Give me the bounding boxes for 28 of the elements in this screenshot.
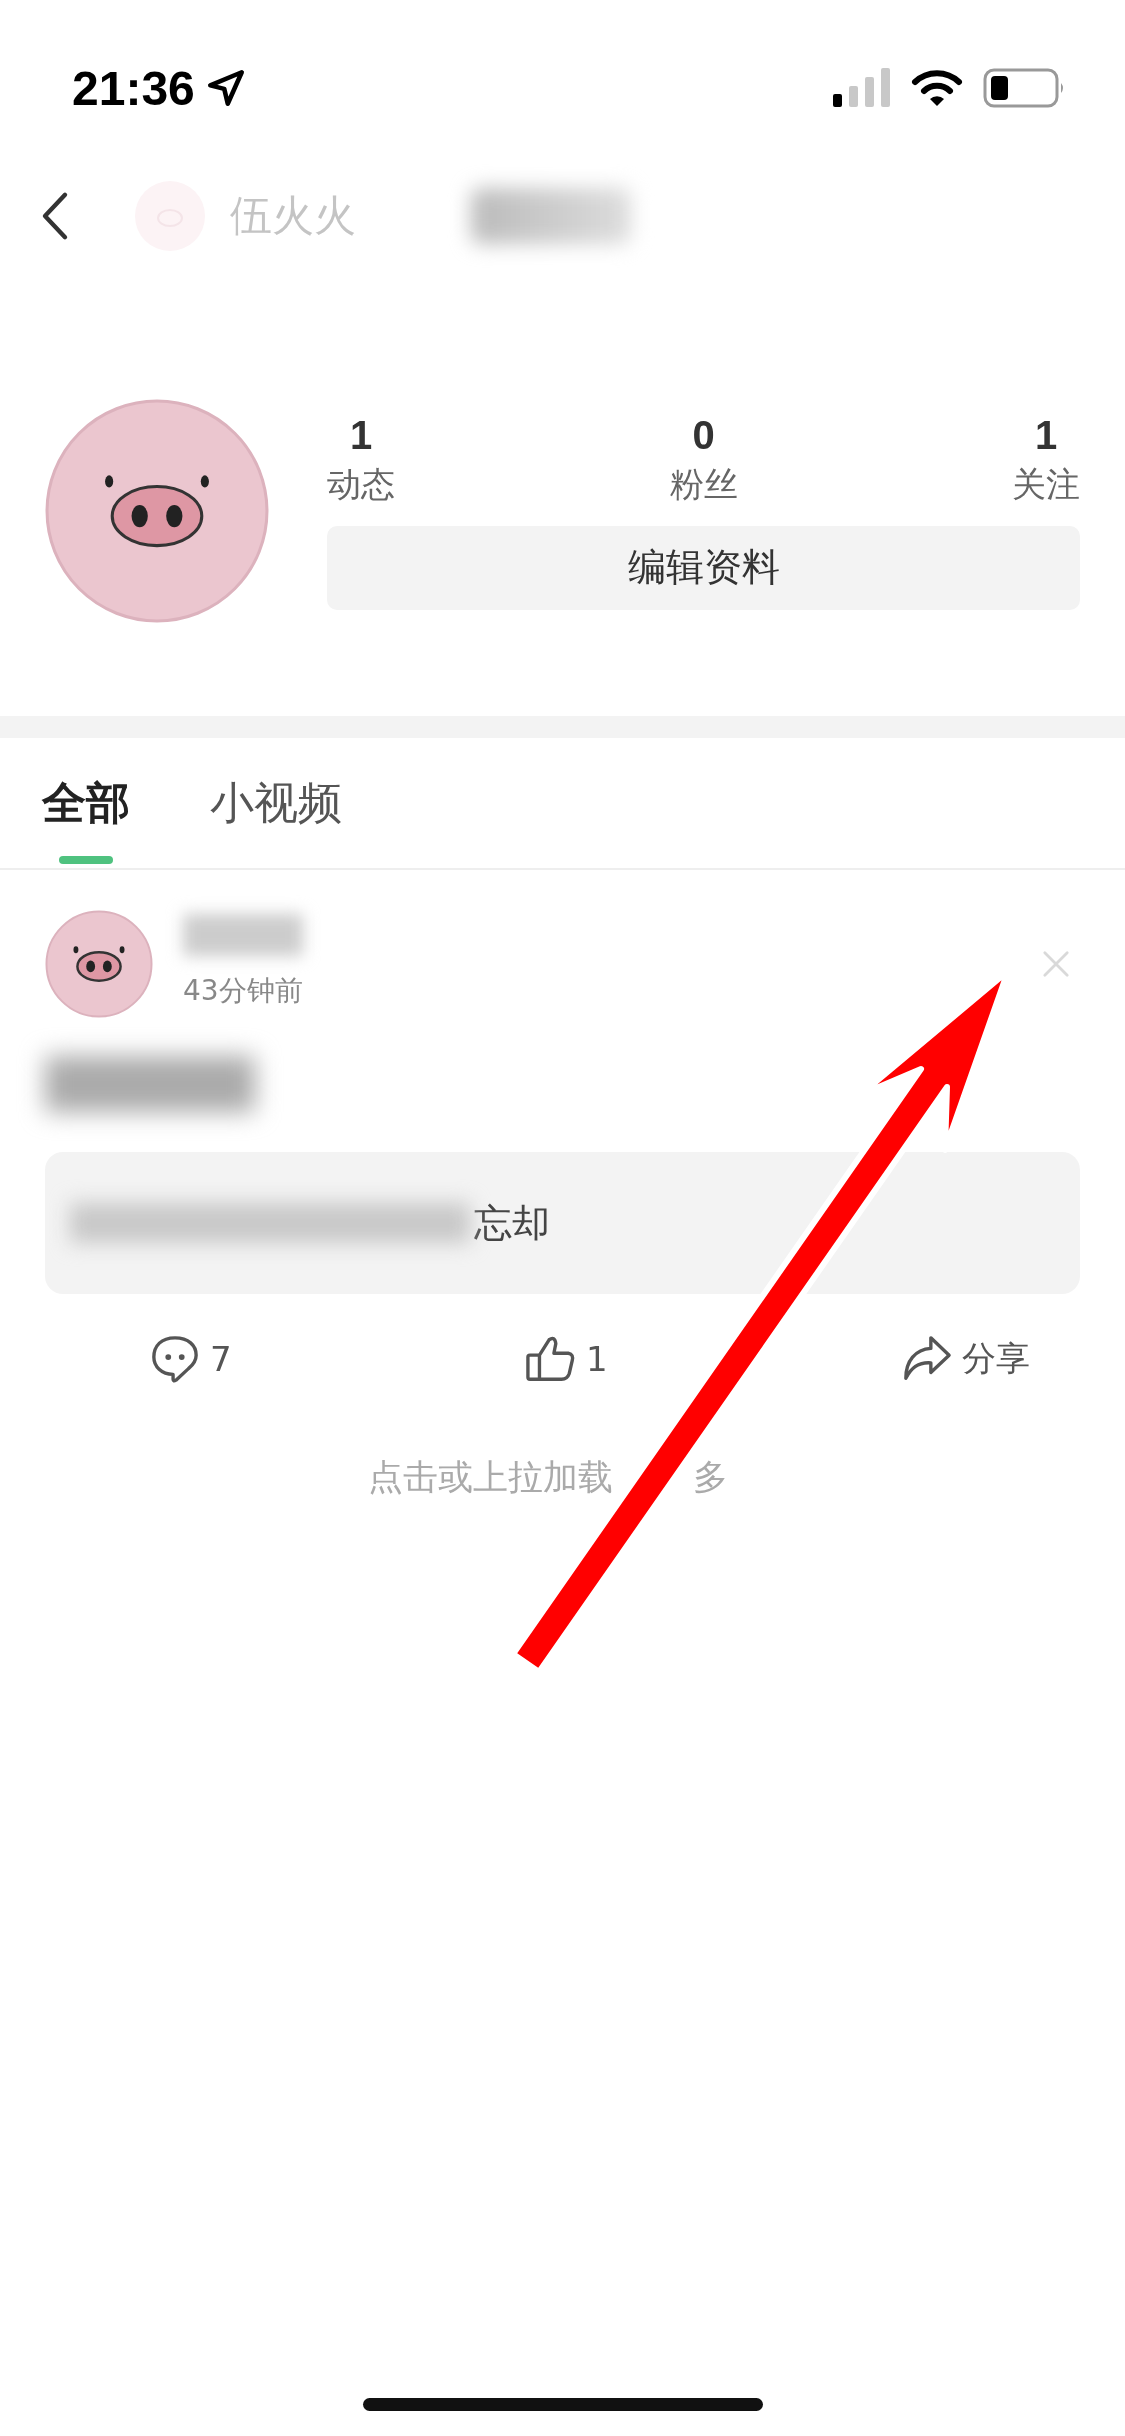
status-time: 21:36 bbox=[72, 60, 195, 116]
action-button[interactable]: 分享 bbox=[902, 1334, 1030, 1384]
close-icon[interactable] bbox=[1042, 950, 1070, 978]
post-time: 43分钟前 bbox=[183, 973, 304, 1009]
battery-icon bbox=[983, 68, 1065, 108]
stat-count: 0 bbox=[692, 412, 715, 458]
back-icon[interactable] bbox=[40, 190, 70, 242]
wifi-icon bbox=[911, 68, 963, 108]
action-button[interactable]: 1 bbox=[526, 1334, 608, 1384]
signal-icon bbox=[833, 68, 893, 108]
stat-label: 关注 bbox=[1012, 462, 1080, 506]
tab[interactable]: 全部 bbox=[42, 738, 130, 868]
quote-text: 忘却 bbox=[474, 1199, 550, 1247]
pig-face-icon bbox=[45, 399, 269, 623]
stat-label: 粉丝 bbox=[669, 462, 738, 506]
tab[interactable]: 小视频 bbox=[210, 738, 342, 868]
nav-username: 伍火火 bbox=[230, 190, 356, 242]
stat-count: 1 bbox=[1034, 412, 1058, 458]
stat-count: 1 bbox=[349, 412, 373, 458]
speech-bubble-icon bbox=[150, 1334, 200, 1384]
edit-profile-button[interactable]: 编辑资料 bbox=[327, 525, 1080, 610]
pig-face-icon bbox=[45, 910, 153, 1018]
home-indicator[interactable] bbox=[363, 2398, 763, 2411]
avatar-icon bbox=[135, 181, 205, 251]
thumbs-up-icon bbox=[526, 1334, 576, 1384]
quote-card[interactable]: 忘却 bbox=[45, 1152, 1080, 1294]
stat-label: 动态 bbox=[327, 462, 395, 506]
action-button[interactable]: 7 bbox=[150, 1334, 232, 1384]
